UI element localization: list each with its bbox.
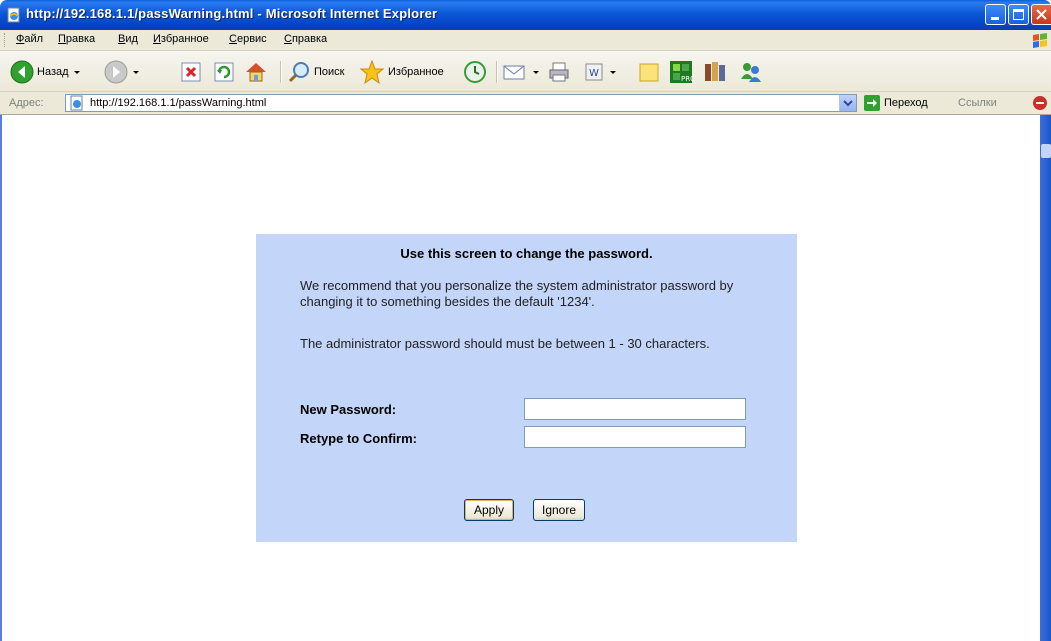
confirm-password-label: Retype to Confirm: xyxy=(300,431,417,446)
new-password-input[interactable] xyxy=(524,398,746,420)
stop-button[interactable] xyxy=(180,59,202,85)
new-password-label: New Password: xyxy=(300,402,397,417)
note-icon xyxy=(639,63,659,82)
window-frame-right xyxy=(1040,115,1051,641)
research-button[interactable] xyxy=(702,59,728,85)
recommendation-text: We recommend that you personalize the sy… xyxy=(300,278,734,309)
history-button[interactable] xyxy=(463,59,487,85)
address-label: Адрес: xyxy=(9,97,44,109)
mail-icon xyxy=(503,65,525,80)
maximize-button[interactable] xyxy=(1008,4,1029,25)
go-button[interactable]: Переход xyxy=(864,95,928,111)
go-arrow-icon xyxy=(864,95,880,111)
ie-page-icon xyxy=(7,7,20,23)
toolbar-separator xyxy=(496,61,498,83)
apply-button[interactable]: Apply xyxy=(464,499,514,521)
favorites-label: Избранное xyxy=(388,66,444,78)
home-button[interactable] xyxy=(244,59,268,85)
forward-dropdown-icon[interactable] xyxy=(133,70,139,74)
chevron-down-icon xyxy=(843,100,853,107)
length-requirement-text: The administrator password should must b… xyxy=(300,336,710,351)
go-label: Переход xyxy=(884,97,928,109)
windows-flag-icon xyxy=(1033,33,1047,48)
ie-window: http://192.168.1.1/passWarning.html - Mi… xyxy=(0,0,1051,641)
window-title: http://192.168.1.1/passWarning.html - Mi… xyxy=(26,6,438,21)
svg-text:PRO: PRO xyxy=(681,75,694,83)
address-bar: Адрес: http://192.168.1.1/passWarning.ht… xyxy=(0,92,1051,115)
history-icon xyxy=(464,61,486,83)
search-button[interactable]: Поиск xyxy=(287,59,344,85)
forward-arrow-icon xyxy=(104,60,128,84)
scroll-up-button[interactable] xyxy=(1041,144,1051,158)
toolbar-separator xyxy=(280,61,282,83)
messenger-button[interactable] xyxy=(738,59,764,85)
menu-edit[interactable]: Правка xyxy=(58,33,95,45)
pro-addon-button[interactable]: PRO xyxy=(668,59,694,85)
address-dropdown-button[interactable] xyxy=(839,95,856,111)
address-field[interactable]: http://192.168.1.1/passWarning.html xyxy=(65,94,857,112)
ignore-button[interactable]: Ignore xyxy=(533,499,585,521)
back-label: Назад xyxy=(37,66,69,78)
confirm-password-input[interactable] xyxy=(524,426,746,448)
menu-bar: Файл Правка Вид Избранное Сервис Справка xyxy=(0,30,1051,51)
title-bar[interactable]: http://192.168.1.1/passWarning.html - Mi… xyxy=(0,0,1051,30)
back-dropdown-icon[interactable] xyxy=(73,70,80,74)
translate-icon[interactable] xyxy=(1032,95,1048,111)
close-icon xyxy=(1036,9,1047,20)
favorites-button[interactable]: Избранное xyxy=(359,59,444,85)
address-url[interactable]: http://192.168.1.1/passWarning.html xyxy=(90,97,266,109)
ie-page-icon xyxy=(70,95,83,111)
mail-button[interactable] xyxy=(502,59,539,85)
forward-button[interactable] xyxy=(104,59,139,85)
windows-logo xyxy=(1029,31,1051,50)
password-panel: Use this screen to change the password. … xyxy=(256,234,797,542)
links-button[interactable]: Ссылки xyxy=(958,97,997,109)
refresh-button[interactable] xyxy=(213,59,235,85)
refresh-icon xyxy=(214,62,234,82)
standard-toolbar: Назад Поиск Избранное W PRO xyxy=(0,51,1051,92)
print-button[interactable] xyxy=(547,59,571,85)
back-arrow-icon xyxy=(10,60,34,84)
menu-view[interactable]: Вид xyxy=(118,33,138,45)
menu-help[interactable]: Справка xyxy=(284,33,327,45)
favorites-star-icon xyxy=(359,59,385,85)
edit-dropdown-icon[interactable] xyxy=(610,70,616,74)
minimize-button[interactable] xyxy=(985,4,1006,25)
svg-text:W: W xyxy=(589,68,599,79)
menu-grip[interactable] xyxy=(4,33,8,47)
back-button[interactable]: Назад xyxy=(10,59,80,85)
print-icon xyxy=(549,62,569,82)
stop-icon xyxy=(181,62,201,82)
panel-heading: Use this screen to change the password. xyxy=(400,246,653,261)
books-icon xyxy=(705,62,725,81)
edit-button[interactable]: W xyxy=(583,59,616,85)
menu-tools[interactable]: Сервис xyxy=(229,33,267,45)
pro-app-icon: PRO xyxy=(670,61,694,83)
word-edit-icon: W xyxy=(585,63,603,81)
search-label: Поиск xyxy=(314,66,345,78)
mail-dropdown-icon[interactable] xyxy=(533,70,539,74)
home-icon xyxy=(246,63,266,82)
search-icon xyxy=(288,62,309,83)
menu-file[interactable]: Файл xyxy=(16,33,43,45)
close-button[interactable] xyxy=(1031,4,1051,25)
messenger-people-icon xyxy=(741,63,761,82)
menu-favorites[interactable]: Избранное xyxy=(153,33,209,45)
discuss-button[interactable] xyxy=(637,59,661,85)
